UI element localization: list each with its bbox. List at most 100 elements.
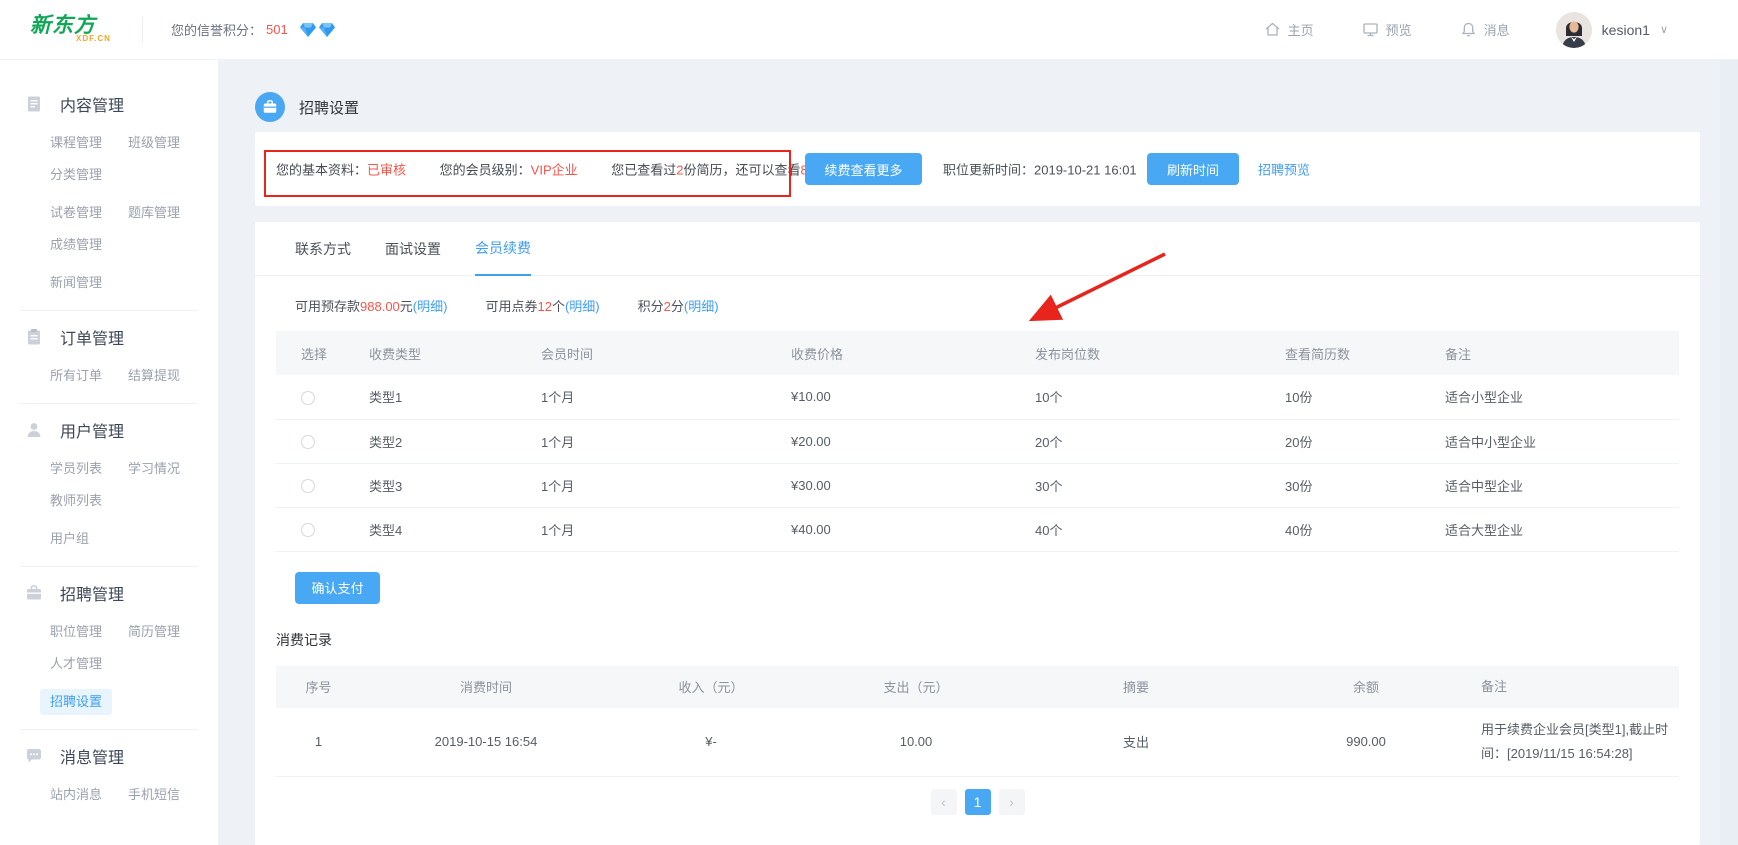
record-index: 1 xyxy=(276,708,361,777)
sidebar-item-course-mgmt[interactable]: 课程管理 xyxy=(50,130,128,156)
plan-resume-views: 20份 xyxy=(1280,419,1440,463)
col-index: 序号 xyxy=(276,666,361,708)
sidebar-group: 课程管理 班级管理 分类管理 xyxy=(0,130,218,188)
sidebar-item-settlement-withdraw[interactable]: 结算提现 xyxy=(128,363,218,389)
page-title-row: 招聘设置 xyxy=(255,60,1700,132)
plan-row: 类型1 1个月 ¥10.00 10个 10份 适合小型企业 xyxy=(276,375,1679,419)
col-select: 选择 xyxy=(276,331,364,375)
prepaid-detail-link[interactable]: (明细) xyxy=(413,299,448,314)
sidebar-item-score-mgmt[interactable]: 成绩管理 xyxy=(50,232,128,258)
plan-radio[interactable] xyxy=(301,391,315,405)
plan-duration: 1个月 xyxy=(536,463,786,507)
sidebar-item-job-mgmt[interactable]: 职位管理 xyxy=(50,619,128,645)
username: kesion1 xyxy=(1602,22,1650,38)
page-scrollbar[interactable] xyxy=(1720,60,1738,845)
job-update-time: 职位更新时间：2019-10-21 16:01 xyxy=(943,160,1137,179)
sidebar-section-users: 用户管理 xyxy=(0,418,218,442)
logo-subtext: XDF.CN xyxy=(76,34,142,43)
sidebar-item-resume-mgmt[interactable]: 简历管理 xyxy=(128,619,218,645)
confirm-pay-button[interactable]: 确认支付 xyxy=(295,572,380,604)
nav-preview[interactable]: 预览 xyxy=(1362,20,1412,39)
balance-unit: 元 xyxy=(400,299,413,314)
record-time: 2019-10-15 16:54 xyxy=(361,708,611,777)
sidebar-group: 站内消息 手机短信 xyxy=(0,782,218,808)
sidebar-item-site-messages[interactable]: 站内消息 xyxy=(50,782,128,808)
sidebar-section-messages: 消息管理 xyxy=(0,744,218,768)
sidebar-item-user-groups[interactable]: 用户组 xyxy=(50,526,128,552)
sidebar-item-all-orders[interactable]: 所有订单 xyxy=(50,363,128,389)
nav-messages[interactable]: 消息 xyxy=(1460,20,1510,39)
tab-contact-info[interactable]: 联系方式 xyxy=(295,239,351,275)
briefcase-icon xyxy=(25,584,43,602)
sidebar-item-category-mgmt[interactable]: 分类管理 xyxy=(50,162,128,188)
plan-select-cell xyxy=(276,463,364,507)
sidebar-item-question-bank-mgmt[interactable]: 题库管理 xyxy=(128,200,218,226)
sidebar-section-title: 内容管理 xyxy=(60,92,124,116)
profile-status: 您的基本资料：已审核 xyxy=(276,163,410,178)
credit-label: 您的信誉积分： xyxy=(171,20,262,39)
refresh-time-button[interactable]: 刷新时间 xyxy=(1147,153,1239,185)
records-header-row: 序号 消费时间 收入（元） 支出（元） 摘要 余额 备注 xyxy=(276,666,1679,708)
nav-home-label: 主页 xyxy=(1288,20,1314,39)
plan-remark: 适合小型企业 xyxy=(1440,375,1679,419)
level-value: VIP企业 xyxy=(531,163,578,178)
record-expense: 10.00 xyxy=(811,708,1021,777)
sidebar-item-talent-mgmt[interactable]: 人才管理 xyxy=(50,651,128,677)
user-menu[interactable]: kesion1 ∨ xyxy=(1556,12,1668,48)
avatar xyxy=(1556,12,1592,48)
logo-text: 新东方 xyxy=(30,16,142,36)
sidebar-item-exam-mgmt[interactable]: 试卷管理 xyxy=(50,200,128,226)
sidebar-group: 用户组 xyxy=(0,526,218,552)
plan-radio[interactable] xyxy=(301,479,315,493)
recruitment-preview-link[interactable]: 招聘预览 xyxy=(1258,160,1310,179)
sidebar-group: 学员列表 学习情况 教师列表 xyxy=(0,456,218,514)
plan-resume-views: 10份 xyxy=(1280,375,1440,419)
balance-label: 可用预存款 xyxy=(295,299,360,314)
pagination-page-1[interactable]: 1 xyxy=(965,789,991,815)
sidebar-section-title: 消息管理 xyxy=(60,744,124,768)
prepaid-balance: 可用预存款988.00元(明细) xyxy=(295,296,447,315)
plan-duration: 1个月 xyxy=(536,507,786,551)
clipboard-icon xyxy=(25,328,43,346)
sidebar-item-student-list[interactable]: 学员列表 xyxy=(50,456,128,482)
plan-remark: 适合中型企业 xyxy=(1440,463,1679,507)
balance-value: 12 xyxy=(537,299,551,314)
sidebar-item-sms[interactable]: 手机短信 xyxy=(128,782,218,808)
diamond-icon xyxy=(319,23,335,37)
tab-interview-settings[interactable]: 面试设置 xyxy=(385,239,441,275)
plan-radio[interactable] xyxy=(301,435,315,449)
coupon-detail-link[interactable]: (明细) xyxy=(565,299,600,314)
nav-preview-label: 预览 xyxy=(1386,20,1412,39)
balance-unit: 个 xyxy=(552,299,565,314)
record-row: 1 2019-10-15 16:54 ¥- 10.00 支出 990.00 用于… xyxy=(276,708,1679,777)
member-status-strip: 您的基本资料：已审核 您的会员级别：VIP企业 您已查看过2份简历，还可以查看8… xyxy=(276,160,877,179)
col-remark: 备注 xyxy=(1440,331,1679,375)
col-fee-type: 收费类型 xyxy=(364,331,536,375)
header-nav: 主页 预览 消息 xyxy=(1264,20,1510,39)
score-detail-link[interactable]: (明细) xyxy=(684,299,719,314)
tab-membership-renewal[interactable]: 会员续费 xyxy=(475,238,531,276)
col-time: 消费时间 xyxy=(361,666,611,708)
job-update-time-value: 2019-10-21 16:01 xyxy=(1034,163,1137,178)
plan-price: ¥10.00 xyxy=(786,375,1030,419)
pagination-next-button[interactable]: › xyxy=(999,789,1025,815)
top-header: 新东方 XDF.CN 您的信誉积分： 501 主页 预览 消息 kesion1 … xyxy=(0,0,1738,60)
plan-row: 类型2 1个月 ¥20.00 20个 20份 适合中小型企业 xyxy=(276,419,1679,463)
app-logo[interactable]: 新东方 XDF.CN xyxy=(0,16,142,43)
plan-radio[interactable] xyxy=(301,523,315,537)
sidebar-item-recruitment-settings[interactable]: 招聘设置 xyxy=(40,689,112,715)
sidebar-item-teacher-list[interactable]: 教师列表 xyxy=(50,488,128,514)
points-coupon-balance: 可用点券12个(明细) xyxy=(485,296,599,315)
sidebar-item-study-status[interactable]: 学习情况 xyxy=(128,456,218,482)
sidebar-item-news-mgmt[interactable]: 新闻管理 xyxy=(50,270,128,296)
sidebar-item-class-mgmt[interactable]: 班级管理 xyxy=(128,130,218,156)
plan-select-cell xyxy=(276,419,364,463)
nav-home[interactable]: 主页 xyxy=(1264,20,1314,39)
renew-view-more-button[interactable]: 续费查看更多 xyxy=(805,153,922,185)
sidebar-section-content: 内容管理 xyxy=(0,92,218,116)
credit-score: 您的信誉积分： 501 xyxy=(171,20,335,39)
plan-resume-views: 40份 xyxy=(1280,507,1440,551)
sidebar-group: 职位管理 简历管理 人才管理 xyxy=(0,619,218,677)
pagination-prev-button[interactable]: ‹ xyxy=(931,789,957,815)
plan-job-posts: 40个 xyxy=(1030,507,1280,551)
